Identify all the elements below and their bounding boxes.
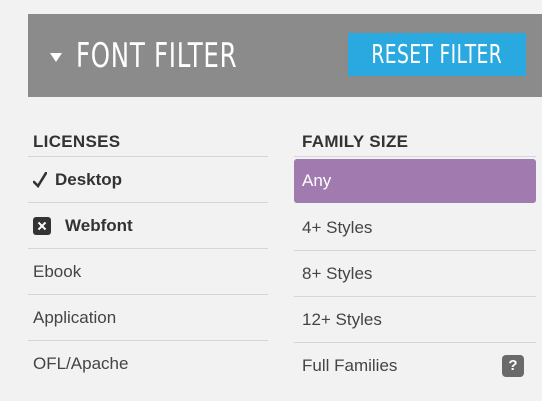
license-label: OFL/Apache [33,354,129,373]
family-size-label: Full Families [302,356,398,375]
licenses-heading: LICENSES [28,122,268,157]
family-size-item-12-plus[interactable]: 12+ Styles [294,297,536,343]
filter-toggle[interactable]: FONT FILTER [50,14,300,97]
license-item-webfont[interactable]: Webfont [28,203,268,249]
license-item-ofl-apache[interactable]: OFL/Apache [28,341,268,387]
reset-filter-button[interactable]: RESET FILTER [348,33,526,76]
family-size-item-any[interactable]: Any [294,159,536,203]
family-size-item-full-families[interactable]: Full Families ? [294,343,536,389]
family-size-column: FAMILY SIZE Any 4+ Styles 8+ Styles 12+ … [294,122,536,389]
check-icon [33,171,47,188]
licenses-column: LICENSES Desktop Webfont Ebook Applicati… [28,122,268,387]
license-label: Desktop [55,169,123,189]
filter-header: FONT FILTER RESET FILTER [28,14,542,97]
exclude-x-icon [33,216,51,235]
license-item-application[interactable]: Application [28,295,268,341]
family-size-item-8-plus[interactable]: 8+ Styles [294,251,536,297]
family-size-label: 12+ Styles [302,309,382,329]
license-label: Ebook [33,261,82,281]
filter-title: FONT FILTER [76,35,238,76]
reset-filter-label: RESET FILTER [371,39,503,70]
family-size-label: 4+ Styles [302,217,373,237]
license-label: Webfont [65,215,133,235]
font-filter-panel: FONT FILTER RESET FILTER LICENSES Deskto… [0,0,542,401]
family-size-label: Any [302,171,332,190]
license-item-desktop[interactable]: Desktop [28,157,268,203]
family-size-label: 8+ Styles [302,263,373,283]
license-label: Application [33,307,117,327]
collapse-triangle-icon[interactable] [50,53,62,62]
family-size-heading: FAMILY SIZE [294,122,536,157]
license-item-ebook[interactable]: Ebook [28,249,268,295]
family-size-item-4-plus[interactable]: 4+ Styles [294,205,536,251]
help-icon[interactable]: ? [502,355,524,377]
